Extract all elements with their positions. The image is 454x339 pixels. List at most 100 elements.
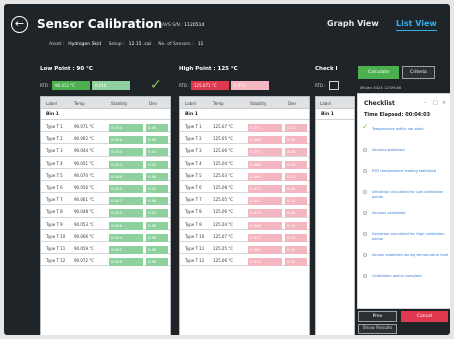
table-row: Type T 12 125.06 °C 0.070 0.06 <box>180 254 309 267</box>
sensor-stability: 0.069 <box>248 172 282 181</box>
checklist-panel: Checklist – □ × Time Elapsed: 00:04:03 ✓… <box>357 93 450 309</box>
sensor-dev: 0.06 <box>285 148 307 157</box>
instrument-serial: AVS S/N : 1120514 <box>162 23 204 28</box>
sensor-temp: 90.061 °C <box>74 197 95 203</box>
sensor-temp: 90.048 °C <box>74 209 95 215</box>
sensor-dev: 0.04 <box>285 221 307 230</box>
table-row: Type T 5 125.03 °C 0.069 0.03 <box>180 169 309 181</box>
sensor-stability: 0.072 <box>248 184 282 193</box>
sensor-label: Type T 5 <box>185 172 202 178</box>
pending-circle-icon <box>363 274 367 278</box>
checklist-item-text: Sensors stabilized <box>372 148 405 152</box>
sensor-temp: 125.05 °C <box>213 136 234 142</box>
maximize-icon[interactable]: □ <box>433 100 438 106</box>
sensor-label: Type T 5 <box>46 172 63 178</box>
table-row: Type T 4 90.051 °C 0.004 0.05 <box>41 157 170 169</box>
sensor-dev: 0.08 <box>285 184 307 193</box>
sensor-dev: 0.06 <box>146 124 168 132</box>
table-row: Type T 4 125.04 °C 0.066 0.04 <box>180 157 309 169</box>
sensor-label: Type T 12 <box>46 258 66 264</box>
sensor-label: Type T 3 <box>46 148 63 154</box>
sensor-dev: 0.05 <box>285 245 307 254</box>
low-col-label: Label <box>46 101 57 106</box>
check-bench-label: Bin 1 <box>316 109 354 120</box>
low-point-heading: Low Point : 90 °C <box>40 66 93 72</box>
sensor-temp: 125.04 °C <box>213 160 234 166</box>
sensor-label: Type T 10 <box>46 233 66 239</box>
sensor-stability: 0.004 <box>109 160 143 169</box>
sensor-label: Type T 1 <box>185 124 202 129</box>
sensor-stability: 0.066 <box>248 160 282 169</box>
header: ← Sensor Calibration AVS S/N : 1120514 A… <box>4 4 450 64</box>
minimize-icon[interactable]: – <box>424 100 427 106</box>
high-col-temp: Temp <box>213 101 224 106</box>
check-col-label: Label <box>320 101 331 106</box>
show-results-button[interactable]: Show Results <box>358 324 397 334</box>
pending-circle-icon <box>363 190 367 194</box>
sensor-dev: 0.04 <box>146 148 168 157</box>
low-table-body: Type T 1 90.071 °C 0.005 0.06 Type T 2 90.062… <box>41 120 170 267</box>
check-point-table: Label Bin 1 <box>315 96 355 335</box>
sensor-dev: 0.06 <box>146 197 168 206</box>
back-arrow-icon[interactable]: ← <box>11 16 28 33</box>
pending-circle-icon <box>363 211 367 215</box>
sensor-stability: 0.005 <box>109 184 143 193</box>
checklist-item: Calibration points complete <box>363 274 450 279</box>
table-row: Type T 8 90.048 °C 0.005 0.04 <box>41 205 170 218</box>
sensor-dev: 0.05 <box>146 245 168 254</box>
checklist-item: Sensor stabilized during temperature hol… <box>363 253 450 258</box>
time-elapsed: Time Elapsed: 00:04:03 <box>364 112 431 118</box>
sensor-stability: 0.005 <box>109 245 143 254</box>
sensor-dev: 0.04 <box>285 160 307 169</box>
sensor-label: Type T 6 <box>185 184 202 190</box>
sensor-temp: 90.066 °C <box>74 233 95 239</box>
criteria-button[interactable]: Criteria <box>402 66 435 79</box>
checklist-item-text: Calibration points complete <box>372 274 422 278</box>
high-rtd-label: RTD : <box>179 83 190 88</box>
close-icon[interactable]: × <box>442 100 446 106</box>
sensor-label: Type T 6 <box>46 184 63 190</box>
checklist-item-text: Sensors calibrated <box>372 211 406 215</box>
tab-graph-view[interactable]: Graph View <box>327 19 379 28</box>
check-table-header: Label <box>316 97 354 109</box>
checklist-item: Deviation calculated for Low calibration… <box>363 190 450 199</box>
sensor-temp: 90.070 °C <box>74 172 95 178</box>
table-row: Type T 11 125.05 °C 0.069 0.05 <box>180 242 309 255</box>
calculate-button[interactable]: Calculate <box>358 66 399 79</box>
sensor-temp: 125.06 °C <box>213 209 234 215</box>
checklist-item: Sensors stabilized <box>363 148 450 153</box>
sensor-label: Type T 3 <box>185 148 202 154</box>
sensor-label: Type T 10 <box>185 233 205 239</box>
high-rtd-stability-chip: 0.071 <box>231 81 269 90</box>
sensor-stability: 0.006 <box>109 136 143 145</box>
sensor-dev: 0.05 <box>285 197 307 206</box>
high-col-label: Label <box>185 101 196 106</box>
pending-circle-icon <box>363 169 367 173</box>
table-row: Type T 10 90.066 °C 0.004 0.06 <box>41 230 170 242</box>
sensor-label: Type T 1 <box>46 124 63 129</box>
sensor-temp: 125.07 °C <box>213 233 234 239</box>
low-rtd-stability-chip: 0.010 <box>92 81 130 90</box>
sensor-dev: 0.06 <box>285 258 307 267</box>
sensor-stability: 0.006 <box>109 258 143 267</box>
tab-list-view[interactable]: List View <box>396 19 437 31</box>
sensor-dev: 0.06 <box>285 209 307 218</box>
sensor-dev: 0.07 <box>285 124 307 132</box>
pending-circle-icon <box>363 232 367 236</box>
sensor-label: Type T 4 <box>185 160 202 166</box>
sensor-stability: 0.005 <box>109 209 143 218</box>
sensor-label: Type T 11 <box>185 245 205 251</box>
table-row: Type T 1 90.071 °C 0.005 0.06 <box>41 120 170 133</box>
prev-button[interactable]: Prev <box>358 311 397 322</box>
check-rtd-chip <box>329 81 339 90</box>
table-row: Type T 7 125.05 °C 0.067 0.05 <box>180 193 309 206</box>
sensor-stability: 0.070 <box>248 209 282 218</box>
check-rtd-row: RTD : <box>315 81 345 91</box>
check-point-heading: Check I <box>315 66 338 72</box>
instrument-serial-value: 1120514 <box>184 23 205 28</box>
sensor-stability: 0.070 <box>248 258 282 267</box>
high-table-body: Type T 1 125.07 °C 0.071 0.07 Type T 2 125.05… <box>180 120 309 267</box>
sensor-temp: 125.06 °C <box>213 148 234 154</box>
sensor-stability: 0.006 <box>109 221 143 230</box>
cancel-button[interactable]: Cancel <box>401 311 448 322</box>
